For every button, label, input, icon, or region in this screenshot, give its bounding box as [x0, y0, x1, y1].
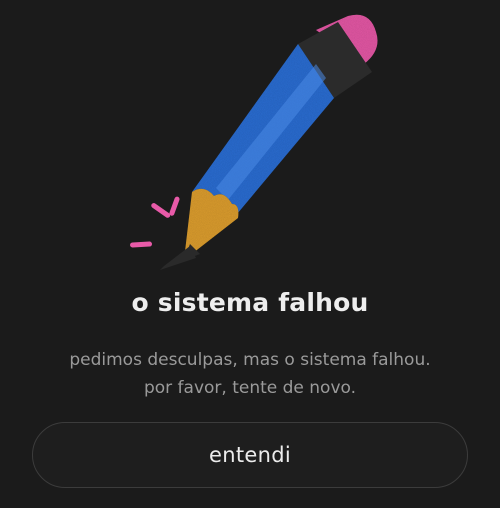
pencil-icon	[130, 14, 378, 270]
spark-mark	[169, 196, 180, 216]
error-message: pedimos desculpas, mas o sistema falhou.…	[0, 346, 500, 402]
error-message-line-1: pedimos desculpas, mas o sistema falhou.	[69, 350, 431, 370]
acknowledge-button[interactable]: entendi	[32, 422, 468, 488]
spark-mark	[130, 241, 153, 248]
pencil-illustration	[120, 8, 390, 278]
acknowledge-button-label: entendi	[209, 443, 291, 467]
error-title: o sistema falhou	[131, 288, 369, 317]
pencil-streak	[160, 246, 196, 270]
spark-mark	[151, 203, 171, 218]
error-message-line-2: por favor, tente de novo.	[143, 378, 357, 398]
